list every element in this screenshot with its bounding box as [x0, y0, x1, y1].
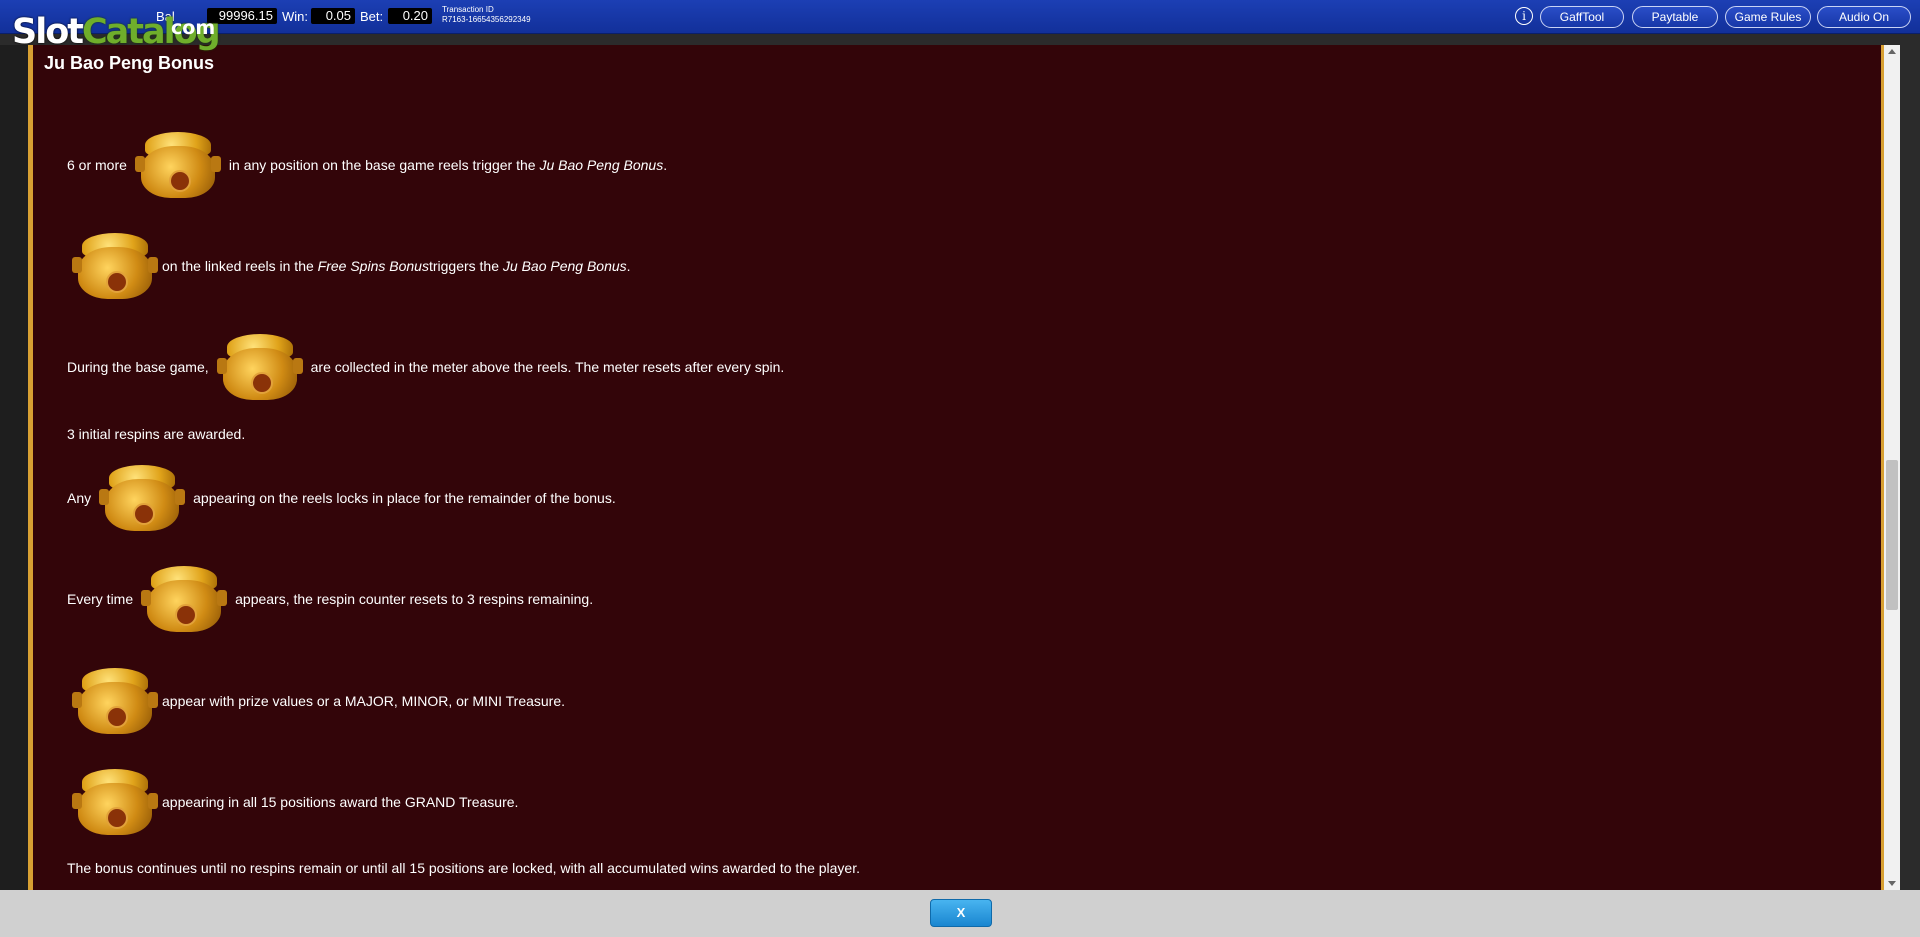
logo-suffix: com [171, 17, 216, 39]
logo-part1: Slot [12, 12, 84, 52]
rule-line-post: appearing on the reels locks in place fo… [193, 490, 616, 506]
rule-line-pre: Every time [67, 591, 134, 607]
rule-line-em: Ju Bao Peng Bonus [539, 157, 664, 173]
rule-line-post: appear with prize values or a MAJOR, MIN… [162, 693, 566, 709]
gafftool-button[interactable]: GaffTool [1540, 6, 1624, 28]
rule-line-3: During the base game, are collected in t… [67, 330, 784, 404]
rule-line-mid: triggers the [428, 258, 499, 274]
paytable-button[interactable]: Paytable [1632, 6, 1718, 28]
treasure-pot-icon [216, 330, 303, 404]
rule-line-post: appearing in all 15 positions award the … [162, 794, 519, 810]
rule-line-end: . [663, 157, 668, 173]
rule-line-9: The bonus continues until no respins rem… [67, 860, 860, 876]
treasure-pot-icon [134, 128, 221, 202]
rule-line-7: appear with prize values or a MAJOR, MIN… [72, 664, 565, 738]
slotcatalog-logo: SlotCatalog com [12, 12, 221, 52]
rule-line-6: Every time appears, the respin counter r… [67, 562, 593, 636]
rule-line-pre: Any [67, 490, 92, 506]
scrollbar[interactable] [1884, 45, 1900, 890]
rule-line-2: on the linked reels in the Free Spins Bo… [72, 229, 631, 303]
rule-line-4: 3 initial respins are awarded. [67, 426, 245, 442]
audio-toggle-button[interactable]: Audio On [1817, 6, 1911, 28]
win-value: 0.05 [311, 8, 355, 24]
scroll-thumb[interactable] [1886, 460, 1898, 610]
rule-line-em2: Ju Bao Peng Bonus [502, 258, 627, 274]
bet-value: 0.20 [388, 8, 432, 24]
rule-line-5: Any appearing on the reels locks in plac… [67, 461, 616, 535]
rule-line-pre: 6 or more [67, 157, 127, 173]
treasure-pot-icon [72, 765, 158, 839]
rule-line-post: appears, the respin counter resets to 3 … [235, 591, 594, 607]
game-rules-button[interactable]: Game Rules [1725, 6, 1811, 28]
rule-line-text: 3 initial respins are awarded. [67, 426, 246, 442]
scroll-up-icon[interactable] [1888, 49, 1896, 54]
rule-line-text: The bonus continues until no respins rem… [67, 860, 860, 876]
rule-line-8: appearing in all 15 positions award the … [72, 765, 518, 839]
info-icon[interactable]: i [1515, 7, 1533, 25]
rule-line-1: 6 or more in any position on the base ga… [67, 128, 667, 202]
transaction-value: R7163-16654356292349 [442, 15, 531, 24]
page-title: Ju Bao Peng Bonus [44, 53, 215, 73]
rule-line-post: are collected in the meter above the ree… [310, 359, 785, 375]
rule-line-em: Free Spins Bonus [317, 258, 429, 274]
rule-line-end: . [626, 258, 631, 274]
treasure-pot-icon [99, 461, 186, 535]
treasure-pot-icon [72, 229, 158, 303]
treasure-pot-icon [72, 664, 158, 738]
win-label: Win: [282, 9, 308, 24]
rule-line-post: on the linked reels in the [162, 258, 314, 274]
scroll-down-icon[interactable] [1888, 881, 1896, 886]
treasure-pot-icon [141, 562, 228, 636]
bet-label: Bet: [360, 9, 384, 24]
close-button[interactable]: X [930, 899, 992, 927]
rule-line-post: in any position on the base game reels t… [228, 157, 536, 173]
transaction-label: Transaction ID [442, 5, 494, 14]
rule-line-pre: During the base game, [67, 359, 209, 375]
left-strip [0, 45, 28, 890]
